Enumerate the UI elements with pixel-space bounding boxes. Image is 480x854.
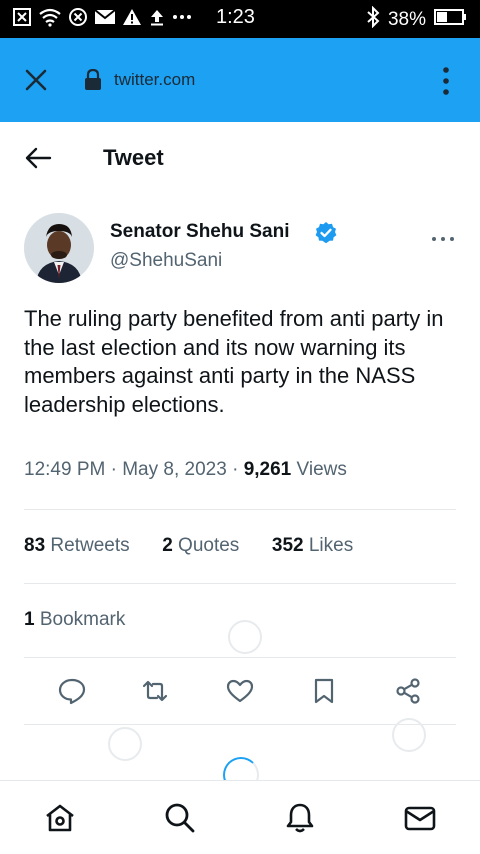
quotes-label: Quotes [178, 535, 240, 556]
bluetooth-icon [366, 5, 380, 34]
retweets-stat[interactable]: 83 Retweets [24, 535, 130, 556]
status-right: 38% [366, 5, 468, 34]
views-label: Views [296, 459, 347, 480]
search-icon[interactable] [163, 801, 197, 835]
like-icon[interactable] [225, 676, 255, 706]
messages-icon[interactable] [403, 801, 437, 835]
loading-ring [392, 718, 426, 752]
tweet-meta: 12:49 PM · May 8, 2023 · 9,261 Views [24, 459, 347, 481]
close-notification-icon [12, 7, 32, 27]
loading-ring [108, 727, 142, 761]
likes-count: 352 [271, 535, 304, 556]
warning-icon [122, 8, 142, 26]
more-notifications-icon [172, 14, 192, 20]
verified-badge-icon [314, 221, 338, 245]
tweet-text: The ruling party benefited from anti par… [24, 306, 444, 417]
quotes-stat[interactable]: 2 Quotes [162, 535, 239, 556]
bookmarks-count: 1 [24, 609, 35, 630]
url-text[interactable]: twitter.com [114, 70, 195, 90]
upload-icon [148, 8, 166, 26]
reply-icon[interactable] [57, 676, 87, 706]
clock: 1:23 [216, 6, 255, 28]
status-icons [12, 7, 192, 27]
meta-separator: · [110, 459, 117, 480]
divider [24, 583, 456, 584]
browser-toolbar: twitter.com [0, 38, 480, 122]
notifications-icon[interactable] [283, 801, 317, 835]
page-title: Tweet [103, 145, 164, 170]
status-bar: 1:23 38% [0, 0, 480, 38]
bookmarks-stat[interactable]: 1 Bookmark [24, 609, 125, 631]
avatar[interactable] [24, 213, 94, 283]
lock-icon [84, 68, 102, 96]
close-icon[interactable] [22, 66, 50, 94]
mail-icon [94, 8, 116, 26]
views-count: 9,261 [243, 459, 292, 480]
loading-ring [228, 620, 262, 654]
quotes-count: 2 [162, 535, 173, 556]
bookmarks-label: Bookmark [39, 609, 126, 630]
blocked-icon [68, 7, 88, 27]
author-handle[interactable]: @ShehuSani [110, 250, 222, 272]
share-icon[interactable] [393, 676, 423, 706]
divider [24, 509, 456, 510]
home-icon[interactable] [43, 801, 77, 835]
likes-stat[interactable]: 352 Likes [272, 535, 353, 556]
divider [24, 724, 456, 725]
meta-separator: · [232, 459, 239, 480]
more-options-icon[interactable] [431, 230, 455, 241]
bookmark-icon[interactable] [309, 676, 339, 706]
tweet-date[interactable]: May 8, 2023 [122, 459, 227, 480]
retweet-icon[interactable] [140, 676, 170, 706]
battery-icon [434, 8, 468, 32]
divider [24, 657, 456, 658]
bottom-navigation [0, 780, 480, 854]
engagement-stats: 83 Retweets 2 Quotes 352 Likes [24, 535, 353, 557]
back-arrow-icon[interactable] [24, 146, 52, 170]
retweets-label: Retweets [50, 535, 130, 556]
author-name[interactable]: Senator Shehu Sani [110, 221, 289, 243]
battery-percent: 38% [387, 9, 426, 30]
retweets-count: 83 [24, 535, 46, 556]
tweet-time[interactable]: 12:49 PM [24, 459, 105, 480]
kebab-menu-icon[interactable] [440, 66, 452, 96]
wifi-icon [38, 7, 62, 27]
likes-label: Likes [308, 535, 354, 556]
